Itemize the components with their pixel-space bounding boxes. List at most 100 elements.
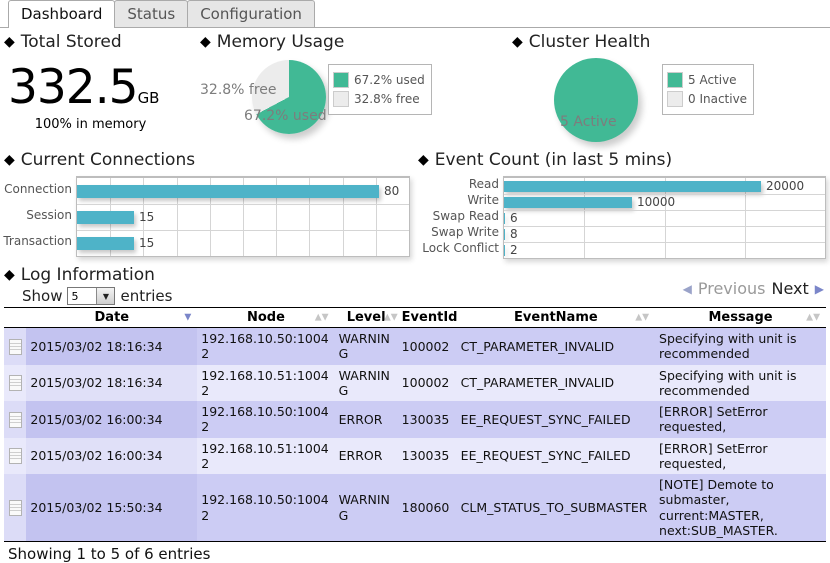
tab-dashboard[interactable]: Dashboard xyxy=(8,0,115,28)
legend-label-used: 67.2% used xyxy=(354,73,425,87)
legend-label-inactive: 0 Inactive xyxy=(688,92,747,106)
bar-category-label: Session xyxy=(4,202,72,228)
bar-category-label: Transaction xyxy=(4,228,72,254)
cell-eventid: 130035 xyxy=(398,401,457,438)
cell-message: [ERROR] SetError requested, xyxy=(655,438,826,475)
memory-usage-chart: 32.8% free 67.2% used 67.2% used 32.8% f… xyxy=(200,56,510,142)
memory-usage-legend: 67.2% used 32.8% free xyxy=(328,64,432,115)
bar-row: 80 xyxy=(77,178,409,204)
diamond-bullet-icon: ◆ xyxy=(4,152,15,168)
memory-usage-title: Memory Usage xyxy=(217,32,345,52)
tab-bar: Dashboard Status Configuration xyxy=(0,0,830,28)
cell-level: WARNING xyxy=(335,328,398,365)
memory-used-label: 67.2% used xyxy=(244,108,327,124)
cell-node: 192.168.10.50:10042 xyxy=(197,328,334,365)
log-information-title: Log Information xyxy=(21,265,155,285)
col-header-date[interactable]: Date ▼ xyxy=(26,308,197,328)
bar-value-label: 10000 xyxy=(637,195,675,209)
document-icon[interactable] xyxy=(9,500,22,516)
cell-eventid: 130035 xyxy=(398,438,457,475)
col-header-level[interactable]: Level ▲▼ xyxy=(335,308,398,328)
bar xyxy=(504,181,761,192)
next-arrow-icon: ▶ xyxy=(815,282,824,296)
current-connections-title: Current Connections xyxy=(21,150,195,170)
cluster-health-chart: 5 Active 5 Active 0 Inactive xyxy=(512,56,826,142)
bar-category-label: Write xyxy=(418,192,499,208)
diamond-bullet-icon: ◆ xyxy=(512,34,523,50)
bar-category-label: Read xyxy=(418,176,499,192)
bar-row: 20000 xyxy=(504,178,825,194)
table-row[interactable]: 2015/03/02 16:00:34192.168.10.51:10042ER… xyxy=(4,438,826,475)
col-header-eventid[interactable]: EventId xyxy=(398,308,457,328)
row-detail-cell[interactable] xyxy=(4,401,26,438)
tab-dashboard-label: Dashboard xyxy=(21,5,102,23)
bar-row: 6 xyxy=(504,210,825,226)
panel-memory-usage: ◆Memory Usage 32.8% free 67.2% used 67.2… xyxy=(200,32,510,142)
panel-cluster-health: ◆ Cluster Health 5 Active 5 Active 0 Inac… xyxy=(512,32,826,142)
show-entries-select[interactable]: 5 ▼ xyxy=(67,287,115,305)
tab-status[interactable]: Status xyxy=(114,0,188,27)
previous-button[interactable]: Previous xyxy=(698,279,766,298)
table-row[interactable]: 2015/03/02 15:50:34192.168.10.50:10042WA… xyxy=(4,474,826,541)
cell-level: ERROR xyxy=(335,401,398,438)
panel-current-connections: ◆Current Connections ConnectionSessionTr… xyxy=(4,150,410,257)
charts-row: ◆Current Connections ConnectionSessionTr… xyxy=(0,150,830,265)
bar-row: 8 xyxy=(504,226,825,242)
cell-node: 192.168.10.50:10042 xyxy=(197,474,334,541)
col-header-node[interactable]: Node ▲▼ xyxy=(197,308,334,328)
cell-date: 2015/03/02 18:16:34 xyxy=(26,365,197,402)
previous-arrow-icon: ◀ xyxy=(683,282,692,296)
cluster-health-title: Cluster Health xyxy=(529,32,651,52)
current-connections-plot: 801515 xyxy=(76,176,410,257)
bar-value-label: 2 xyxy=(510,243,518,257)
table-row[interactable]: 2015/03/02 18:16:34192.168.10.50:10042WA… xyxy=(4,328,826,365)
cell-message: [ERROR] SetError requested, xyxy=(655,401,826,438)
cell-level: ERROR xyxy=(335,438,398,475)
cell-date: 2015/03/02 16:00:34 xyxy=(26,401,197,438)
row-detail-cell[interactable] xyxy=(4,328,26,365)
row-detail-cell[interactable] xyxy=(4,474,26,541)
cell-level: WARNING xyxy=(335,365,398,402)
row-detail-cell[interactable] xyxy=(4,365,26,402)
document-icon[interactable] xyxy=(9,412,22,428)
diamond-bullet-icon: ◆ xyxy=(418,152,429,168)
legend-swatch-inactive xyxy=(667,91,683,107)
current-connections-title-row: ◆ Current Connections xyxy=(4,150,410,170)
total-stored-value: 332.5 xyxy=(8,60,138,115)
row-detail-cell[interactable] xyxy=(4,438,26,475)
show-entries-value: 5 xyxy=(71,290,78,303)
total-stored-title: Total Stored xyxy=(21,32,122,52)
table-row[interactable]: 2015/03/02 16:00:34192.168.10.50:10042ER… xyxy=(4,401,826,438)
cell-eventname: EE_REQUEST_SYNC_FAILED xyxy=(457,438,655,475)
cell-date: 2015/03/02 16:00:34 xyxy=(26,438,197,475)
sort-both-icon: ▲▼ xyxy=(635,313,649,322)
table-pagination: ◀ Previous Next ▶ xyxy=(683,279,824,298)
legend-item: 67.2% used xyxy=(333,72,425,88)
col-header-eventname[interactable]: EventName ▲▼ xyxy=(457,308,655,328)
bar xyxy=(504,229,505,240)
cell-node: 192.168.10.50:10042 xyxy=(197,401,334,438)
bar xyxy=(77,185,379,198)
bar xyxy=(504,197,632,208)
document-icon[interactable] xyxy=(9,448,22,464)
sort-both-icon: ▲▼ xyxy=(315,313,329,322)
cell-date: 2015/03/02 15:50:34 xyxy=(26,474,197,541)
bar-category-label: Swap Write xyxy=(418,224,499,240)
table-row[interactable]: 2015/03/02 18:16:34192.168.10.51:10042WA… xyxy=(4,365,826,402)
bar-value-label: 8 xyxy=(510,227,518,241)
show-suffix-label: entries xyxy=(120,287,172,305)
sort-both-icon: ▲▼ xyxy=(806,313,820,322)
col-header-date-label: Date xyxy=(95,310,130,325)
document-icon[interactable] xyxy=(9,375,22,391)
tab-configuration[interactable]: Configuration xyxy=(187,0,315,27)
sort-both-icon: ▲▼ xyxy=(384,313,398,322)
tab-configuration-label: Configuration xyxy=(200,5,302,23)
cell-message: Specifying with unit is recommended xyxy=(655,328,826,365)
legend-item: 5 Active xyxy=(667,72,747,88)
legend-label-free: 32.8% free xyxy=(354,92,420,106)
bar-value-label: 80 xyxy=(384,184,399,198)
next-button[interactable]: Next xyxy=(771,279,808,298)
document-icon[interactable] xyxy=(9,339,22,355)
memory-usage-title-row: ◆Memory Usage xyxy=(200,32,510,52)
col-header-message[interactable]: Message ▲▼ xyxy=(655,308,826,328)
